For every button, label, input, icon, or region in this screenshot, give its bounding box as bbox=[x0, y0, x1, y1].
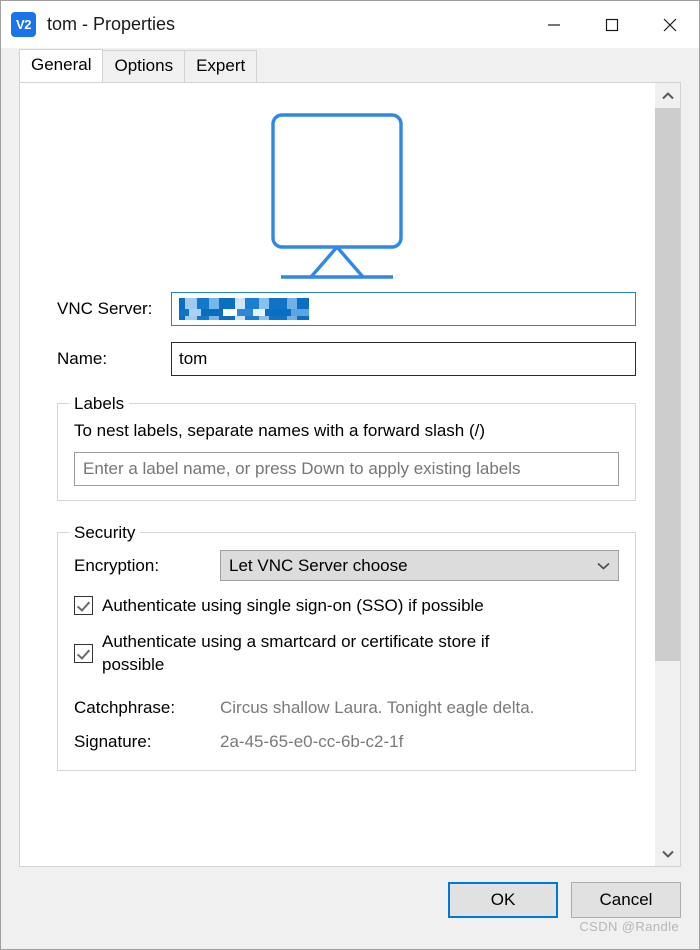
tab-strip: General Options Expert bbox=[1, 48, 699, 82]
scroll-up-button[interactable] bbox=[655, 83, 680, 108]
catchphrase-label: Catchphrase: bbox=[74, 698, 176, 717]
encryption-selected-value: Let VNC Server choose bbox=[229, 555, 408, 575]
close-button[interactable] bbox=[641, 1, 699, 48]
name-input[interactable]: tom bbox=[171, 342, 636, 376]
window-title: tom - Properties bbox=[47, 14, 176, 34]
monitor-icon-container bbox=[20, 83, 654, 284]
tab-expert[interactable]: Expert bbox=[184, 50, 258, 82]
vnc-server-row: VNC Server: bbox=[20, 292, 654, 326]
labels-group: Labels To nest labels, separate names wi… bbox=[57, 393, 636, 501]
name-row: Name: tom bbox=[20, 342, 654, 376]
labels-hint-text: To nest labels, separate names with a fo… bbox=[74, 421, 486, 440]
sso-checkbox[interactable] bbox=[74, 596, 93, 615]
maximize-icon bbox=[605, 18, 619, 31]
name-label: Name: bbox=[57, 349, 108, 368]
scroll-track[interactable] bbox=[655, 108, 680, 841]
general-tab-content: VNC Server: Name: tom Labels To nest lab… bbox=[20, 83, 654, 866]
redacted-server-address bbox=[179, 298, 309, 320]
tab-content-panel: VNC Server: Name: tom Labels To nest lab… bbox=[19, 82, 681, 867]
desktop-monitor-icon bbox=[271, 113, 403, 279]
maximize-button[interactable] bbox=[583, 1, 641, 48]
catchphrase-row: Catchphrase: Circus shallow Laura. Tonig… bbox=[74, 676, 619, 718]
encryption-label: Encryption: bbox=[74, 555, 160, 575]
minimize-icon bbox=[548, 23, 560, 26]
smartcard-checkbox-label: Authenticate using a smartcard or certif… bbox=[102, 632, 490, 674]
minimize-button[interactable] bbox=[525, 1, 583, 48]
label-name-input[interactable]: Enter a label name, or press Down to app… bbox=[74, 452, 619, 486]
vnc-server-label: VNC Server: bbox=[57, 299, 153, 318]
chevron-down-icon bbox=[661, 850, 674, 858]
signature-label: Signature: bbox=[74, 732, 152, 751]
smartcard-checkbox-row[interactable]: Authenticate using a smartcard or certif… bbox=[74, 617, 619, 676]
catchphrase-value: Circus shallow Laura. Tonight eagle delt… bbox=[220, 698, 535, 717]
smartcard-checkbox[interactable] bbox=[74, 643, 93, 663]
signature-row: Signature: 2a-45-65-e0-cc-6b-c2-1f bbox=[74, 718, 619, 752]
chevron-up-icon bbox=[661, 91, 674, 99]
ok-button[interactable]: OK bbox=[448, 882, 558, 918]
dialog-footer: OK Cancel CSDN @Randle bbox=[1, 867, 699, 949]
title-bar-left: V2 tom - Properties bbox=[1, 12, 525, 37]
labels-group-title: Labels bbox=[69, 393, 130, 414]
title-bar: V2 tom - Properties bbox=[1, 1, 699, 48]
close-icon bbox=[663, 18, 677, 31]
window-controls bbox=[525, 1, 699, 48]
chevron-down-icon bbox=[597, 559, 610, 572]
tab-options[interactable]: Options bbox=[102, 50, 186, 82]
properties-dialog: V2 tom - Properties General Options Expe… bbox=[0, 0, 700, 950]
sso-checkbox-label: Authenticate using single sign-on (SSO) … bbox=[102, 596, 484, 615]
security-group: Security Encryption: Let VNC Server choo… bbox=[57, 522, 636, 771]
vnc-logo-icon: V2 bbox=[11, 12, 36, 37]
sso-checkbox-row[interactable]: Authenticate using single sign-on (SSO) … bbox=[74, 581, 619, 617]
watermark: CSDN @Randle bbox=[579, 919, 679, 934]
security-group-title: Security bbox=[69, 522, 141, 543]
encryption-row: Encryption: Let VNC Server choose bbox=[74, 533, 619, 581]
tab-general[interactable]: General bbox=[19, 49, 104, 82]
scroll-thumb[interactable] bbox=[655, 108, 680, 662]
encryption-select[interactable]: Let VNC Server choose bbox=[220, 550, 619, 581]
vnc-server-input[interactable] bbox=[171, 292, 636, 326]
vertical-scrollbar[interactable] bbox=[654, 83, 680, 866]
scroll-down-button[interactable] bbox=[655, 841, 680, 866]
signature-value: 2a-45-65-e0-cc-6b-c2-1f bbox=[220, 732, 404, 751]
cancel-button[interactable]: Cancel bbox=[571, 882, 681, 918]
